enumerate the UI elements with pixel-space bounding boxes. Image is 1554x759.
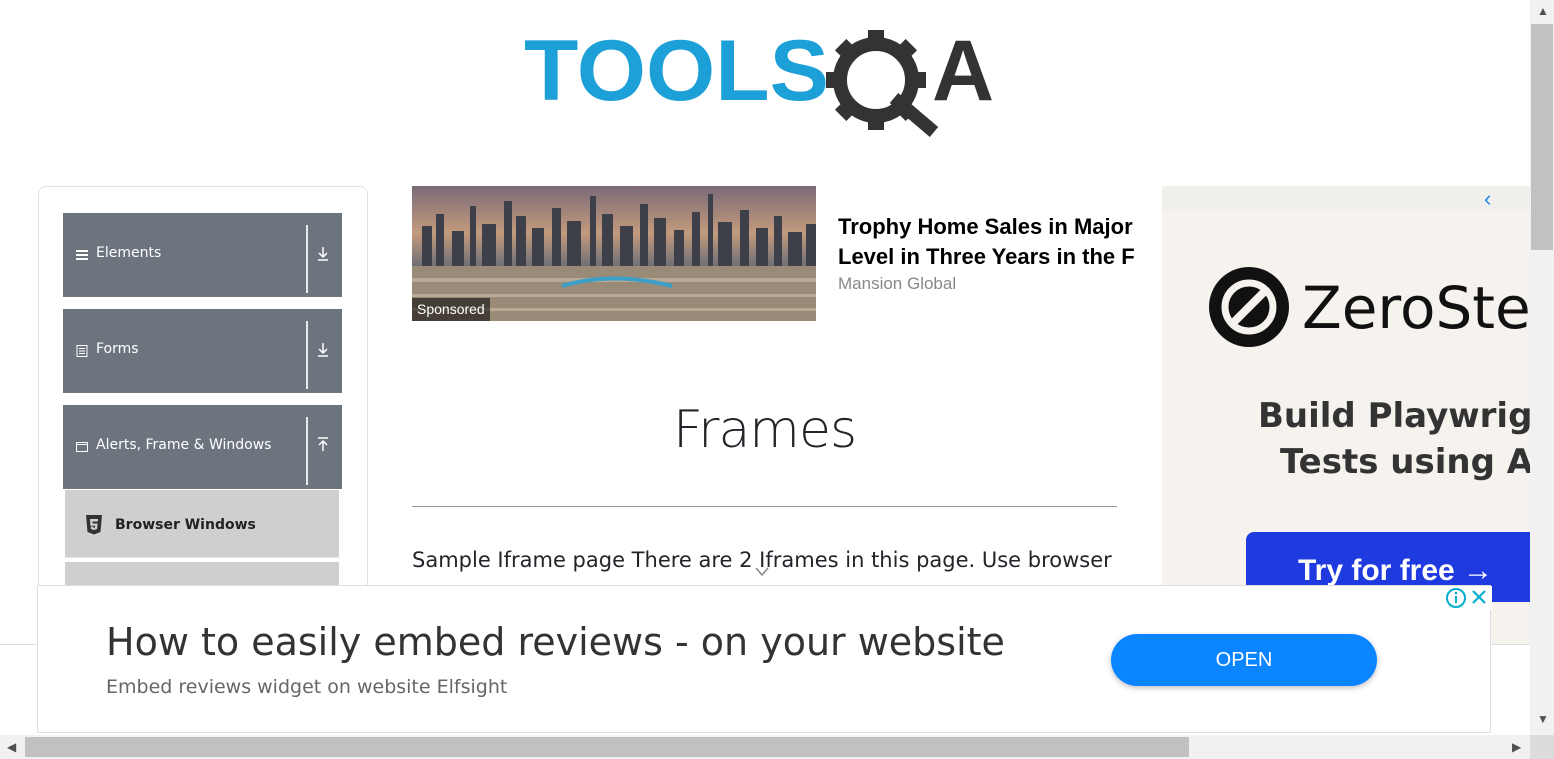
divider [412,506,1117,507]
form-icon [76,345,88,357]
zerostep-logo-icon [1209,267,1289,347]
sidebar-group-forms[interactable]: Forms [63,309,342,393]
side-ad-line: Tests using A [1280,442,1530,482]
bottom-banner-ad[interactable]: How to easily embed reviews - on your we… [37,567,1492,733]
logo-letter-a: A [932,23,994,119]
chevron-down-icon[interactable] [754,566,770,578]
sidebar: Elements Forms Alerts, Frame & Windows B… [38,186,368,608]
open-button[interactable]: OPEN [1111,634,1377,686]
sidebar-group-alerts-frame-windows[interactable]: Alerts, Frame & Windows [63,405,342,489]
hamburger-icon [76,250,88,260]
sponsored-badge: Sponsored [412,298,490,321]
scroll-left-icon[interactable]: ◀ [7,740,16,754]
sidebar-group-label: Elements [96,245,162,261]
toolsqa-logo[interactable]: TOOLS A [524,22,1014,137]
scroll-up-icon[interactable]: ▲ [1537,4,1549,18]
sidebar-item-browser-windows[interactable]: Browser Windows [65,490,339,558]
upload-arrow-icon[interactable] [315,435,331,455]
html5-icon [86,515,102,535]
side-ad-brand: ZeroSte [1302,274,1530,342]
vertical-scrollbar-thumb[interactable] [1531,24,1553,250]
scrollbar-corner [1530,735,1554,759]
side-ad[interactable]: ZeroSte Build Playwrigh Tests using A Tr… [1162,186,1530,646]
svg-text:TOOLS: TOOLS [524,23,829,119]
sidebar-item-label: Browser Windows [115,517,256,533]
horizontal-scrollbar-thumb[interactable] [25,737,1189,757]
sidebar-group-label: Alerts, Frame & Windows [96,437,272,453]
intro-text: Sample Iframe page There are 2 Iframes i… [412,548,1112,572]
download-arrow-icon[interactable] [315,243,331,263]
divider [306,417,308,485]
divider [306,321,308,389]
bottom-ad-headline[interactable]: How to easily embed reviews - on your we… [106,620,1005,664]
ad-source[interactable]: Mansion Global [838,274,956,294]
page-title: Frames [672,400,857,460]
sidebar-group-label: Forms [96,341,139,357]
chevron-left-icon[interactable]: ‹ [1484,186,1504,211]
scroll-right-icon[interactable]: ▶ [1512,740,1521,754]
scroll-down-icon[interactable]: ▼ [1537,712,1549,726]
sidebar-group-elements[interactable]: Elements [63,213,342,297]
window-icon [76,442,88,452]
bottom-ad-subline[interactable]: Embed reviews widget on website Elfsight [106,676,507,698]
side-ad-cta-label: Try for free → [1298,554,1494,587]
side-ad-line: Build Playwrigh [1258,396,1530,436]
ad-headline[interactable]: Trophy Home Sales in Major Level in Thre… [838,212,1160,272]
download-arrow-icon[interactable] [315,339,331,359]
divider [306,225,308,293]
adchoices-icon[interactable] [1444,586,1492,610]
